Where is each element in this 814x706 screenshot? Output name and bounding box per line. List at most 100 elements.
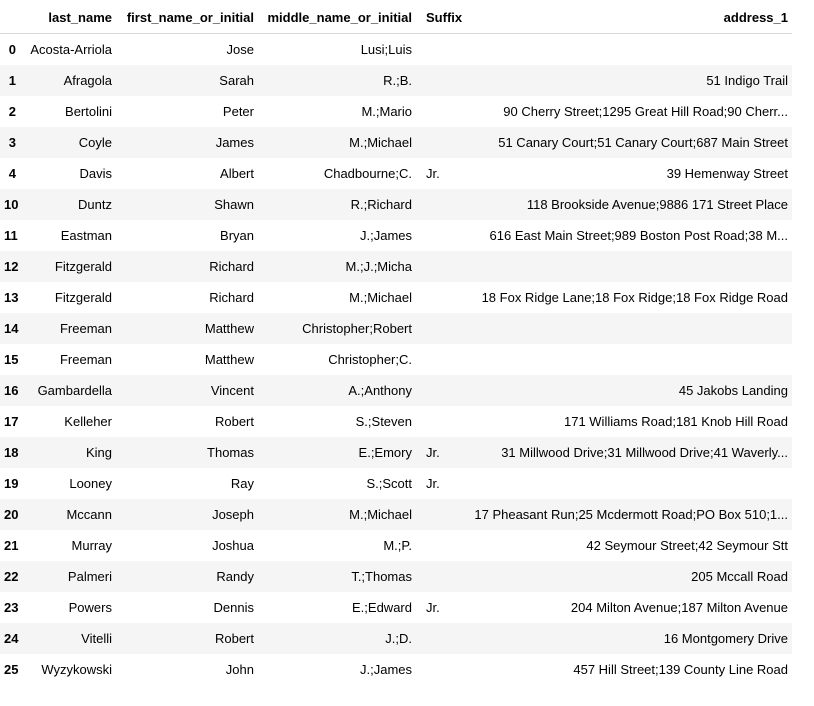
cell-suffix xyxy=(416,313,466,344)
cell-middle-name-or-initial: A.;Anthony xyxy=(348,382,412,398)
cell-middle-name-or-initial: Chadbourne;C. xyxy=(323,165,412,181)
cell-address-1: 31 Millwood Drive;31 Millwood Drive;41 W… xyxy=(501,444,788,460)
row-index-label: 18 xyxy=(4,444,19,460)
table-row: 24 Vitelli Robert J.;D. 16 Montgomery Drive xyxy=(0,622,792,654)
table-row: 18 King Thomas E.;Emory Jr. 31 Millwood Drive… xyxy=(0,436,792,468)
table-row: 14 Freeman Matthew Christopher;Robert xyxy=(0,312,792,344)
table-body: 0 Acosta-Arriola Jose Lusi;Luis 1 Afragola Sar… xyxy=(0,33,792,685)
cell-first-name-or-initial: Matthew xyxy=(204,351,254,367)
row-index-label: 10 xyxy=(4,196,19,212)
cell-last-name: Davis xyxy=(79,165,112,181)
cell-suffix xyxy=(416,499,466,530)
row-index-label: 0 xyxy=(8,41,16,57)
cell-last-name: Afragola xyxy=(63,72,112,88)
table-row: 17 Kelleher Robert S.;Steven 171 Williams Ro… xyxy=(0,405,792,437)
cell-suffix xyxy=(416,220,466,251)
cell-suffix xyxy=(416,406,466,437)
table-row: 4 Davis Albert Chadbourne;C. Jr. 39 Hemenway … xyxy=(0,157,792,189)
cell-first-name-or-initial: Randy xyxy=(216,568,254,584)
row-index-label: 16 xyxy=(4,382,19,398)
cell-middle-name-or-initial: M.;Michael xyxy=(349,506,412,522)
table-row: 13 Fitzgerald Richard M.;Michael 18 Fox Ridg… xyxy=(0,281,792,313)
column-header-index xyxy=(0,0,24,34)
cell-last-name: Freeman xyxy=(59,351,112,367)
cell-suffix xyxy=(416,344,466,375)
table-row: 20 Mccann Joseph M.;Michael 17 Pheasant Run;… xyxy=(0,498,792,530)
table-row: 1 Afragola Sarah R.;B. 51 Indigo Trail xyxy=(0,64,792,96)
cell-suffix xyxy=(416,375,466,406)
cell-middle-name-or-initial: R.;Richard xyxy=(350,196,412,212)
cell-middle-name-or-initial: M.;P. xyxy=(383,537,412,553)
dataframe-container: last_name first_name_or_initial middle_n… xyxy=(0,0,814,685)
cell-middle-name-or-initial: R.;B. xyxy=(383,72,412,88)
cell-address-1: 205 Mccall Road xyxy=(691,568,788,584)
header-row: last_name first_name_or_initial middle_n… xyxy=(0,0,792,34)
table-row: 23 Powers Dennis E.;Edward Jr. 204 Milton Ave… xyxy=(0,591,792,623)
cell-first-name-or-initial: Richard xyxy=(209,289,254,305)
row-index-label: 20 xyxy=(4,506,19,522)
table-row: 22 Palmeri Randy T.;Thomas 205 Mccall Road xyxy=(0,560,792,592)
cell-suffix xyxy=(416,189,466,220)
cell-last-name: Duntz xyxy=(78,196,112,212)
cell-address-1: 42 Seymour Street;42 Seymour Stt xyxy=(586,537,788,553)
cell-address-1 xyxy=(466,34,792,65)
row-index-label: 2 xyxy=(8,103,16,119)
cell-address-1: 18 Fox Ridge Lane;18 Fox Ridge;18 Fox Ri… xyxy=(481,289,788,305)
cell-address-1: 51 Canary Court;51 Canary Court;687 Main… xyxy=(498,134,788,150)
cell-suffix xyxy=(416,530,466,561)
dataframe-table: last_name first_name_or_initial middle_n… xyxy=(0,0,792,685)
row-index-label: 25 xyxy=(4,661,19,677)
row-index-label: 13 xyxy=(4,289,19,305)
cell-last-name: Acosta-Arriola xyxy=(30,41,112,57)
column-header-suffix: Suffix xyxy=(416,0,466,34)
cell-last-name: Kelleher xyxy=(64,413,112,429)
cell-middle-name-or-initial: E.;Emory xyxy=(358,444,412,460)
cell-suffix xyxy=(416,623,466,654)
cell-last-name: Wyzykowski xyxy=(41,661,112,677)
cell-address-1 xyxy=(466,313,792,344)
cell-middle-name-or-initial: J.;D. xyxy=(385,630,412,646)
cell-first-name-or-initial: Jose xyxy=(226,41,254,57)
cell-suffix xyxy=(416,65,466,96)
cell-last-name: Powers xyxy=(68,599,112,615)
cell-suffix xyxy=(416,561,466,592)
cell-suffix xyxy=(416,251,466,282)
cell-first-name-or-initial: Joshua xyxy=(212,537,254,553)
cell-middle-name-or-initial: Lusi;Luis xyxy=(360,41,412,57)
table-row: 15 Freeman Matthew Christopher;C. xyxy=(0,343,792,375)
cell-suffix: Jr. xyxy=(426,444,440,460)
cell-last-name: Bertolini xyxy=(65,103,112,119)
cell-middle-name-or-initial: S.;Scott xyxy=(366,475,412,491)
cell-last-name: Fitzgerald xyxy=(54,289,112,305)
row-index-label: 4 xyxy=(8,165,16,181)
cell-first-name-or-initial: John xyxy=(225,661,254,677)
row-index-label: 3 xyxy=(8,134,16,150)
cell-suffix xyxy=(416,34,466,65)
cell-first-name-or-initial: James xyxy=(215,134,254,150)
row-index-label: 11 xyxy=(4,227,18,243)
table-row: 16 Gambardella Vincent A.;Anthony 45 Jakobs … xyxy=(0,374,792,406)
cell-first-name-or-initial: Shawn xyxy=(214,196,254,212)
table-row: 12 Fitzgerald Richard M.;J.;Micha xyxy=(0,250,792,282)
table-row: 3 Coyle James M.;Michael 51 Canary Court;51 … xyxy=(0,126,792,158)
cell-suffix xyxy=(416,282,466,313)
cell-address-1: 616 East Main Street;989 Boston Post Roa… xyxy=(489,227,788,243)
cell-last-name: Gambardella xyxy=(37,382,112,398)
row-index-label: 19 xyxy=(4,475,19,491)
cell-last-name: Looney xyxy=(69,475,112,491)
row-index-label: 15 xyxy=(4,351,19,367)
cell-middle-name-or-initial: J.;James xyxy=(359,661,412,677)
cell-address-1: 457 Hill Street;139 County Line Road xyxy=(573,661,788,677)
table-row: 10 Duntz Shawn R.;Richard 118 Brookside Aven… xyxy=(0,188,792,220)
cell-middle-name-or-initial: J.;James xyxy=(359,227,412,243)
row-index-label: 23 xyxy=(4,599,19,615)
column-header-address-1: address_1 xyxy=(466,0,792,34)
cell-first-name-or-initial: Dennis xyxy=(213,599,254,615)
cell-first-name-or-initial: Robert xyxy=(214,413,254,429)
cell-last-name: Freeman xyxy=(59,320,112,336)
table-row: 2 Bertolini Peter M.;Mario 90 Cherry Street;… xyxy=(0,95,792,127)
cell-middle-name-or-initial: M.;Mario xyxy=(361,103,412,119)
cell-last-name: King xyxy=(85,444,112,460)
cell-first-name-or-initial: Richard xyxy=(209,258,254,274)
column-header-last-name: last_name xyxy=(24,0,116,34)
